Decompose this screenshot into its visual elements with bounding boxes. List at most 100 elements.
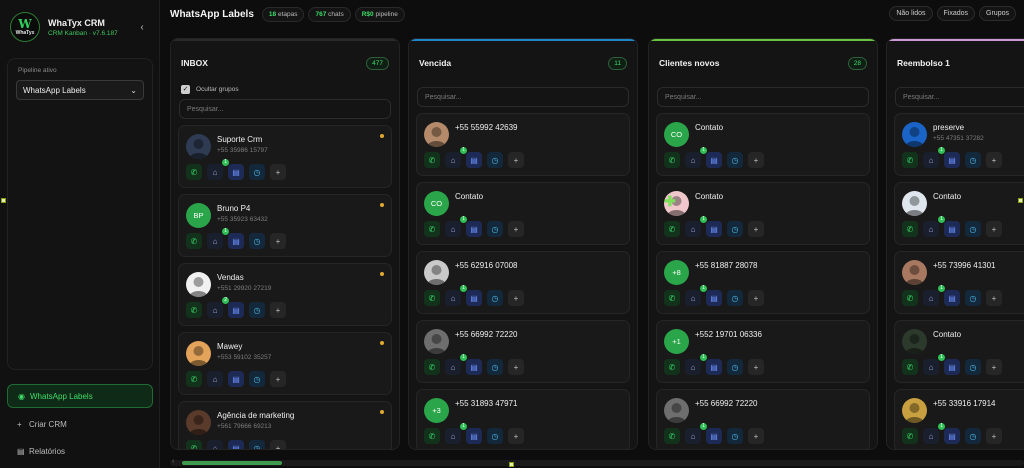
schedule-button[interactable]: ◷ — [965, 152, 981, 168]
pipeline-select[interactable]: WhatsApp Labels ⌄ — [16, 80, 144, 100]
add-button[interactable]: + — [748, 359, 764, 375]
notes-button[interactable]: ▤ — [228, 233, 244, 249]
resize-handle-bottom[interactable] — [509, 462, 514, 467]
tag-button[interactable]: ⌂ 1 — [445, 216, 467, 237]
contact-card[interactable]: +55 55992 42639 ✆ ⌂ 1 ▤ ◷ + — [416, 113, 630, 176]
tag-button[interactable]: ⌂ 1 — [207, 159, 229, 180]
add-button[interactable]: + — [986, 428, 1002, 444]
contact-card[interactable]: +8 +55 81887 28078 ✆ ⌂ 1 ▤ ◷ + — [656, 251, 870, 314]
tag-button[interactable]: ⌂ 1 — [923, 147, 945, 168]
whatsapp-button[interactable]: ✆ — [186, 233, 202, 249]
schedule-button[interactable]: ◷ — [965, 221, 981, 237]
tag-button[interactable]: ⌂ 2 — [207, 297, 229, 318]
tag-button[interactable]: ⌂ 1 — [685, 216, 707, 237]
whatsapp-button[interactable]: ✆ — [902, 152, 918, 168]
nav-relatorios[interactable]: ▤ Relatórios — [7, 439, 153, 463]
whatsapp-button[interactable]: ✆ — [186, 302, 202, 318]
whatsapp-button[interactable]: ✆ — [424, 428, 440, 444]
add-button[interactable]: + — [270, 164, 286, 180]
tag-button[interactable]: ⌂ 1 — [445, 147, 467, 168]
notes-button[interactable]: ▤ — [228, 164, 244, 180]
schedule-button[interactable]: ◷ — [487, 359, 503, 375]
collapse-sidebar-button[interactable]: ‹ — [135, 22, 149, 33]
tag-button[interactable]: ⌂ 1 — [923, 423, 945, 444]
notes-button[interactable]: ▤ — [944, 290, 960, 306]
nav-criar-crm[interactable]: + Criar CRM — [7, 412, 153, 436]
notes-button[interactable]: ▤ — [466, 221, 482, 237]
tag-button[interactable]: ⌂ 1 — [445, 354, 467, 375]
whatsapp-button[interactable]: ✆ — [186, 164, 202, 180]
schedule-button[interactable]: ◷ — [249, 164, 265, 180]
whatsapp-button[interactable]: ✆ — [664, 359, 680, 375]
scrollbar-thumb[interactable] — [182, 461, 282, 465]
whatsapp-button[interactable]: ✆ — [664, 428, 680, 444]
add-button[interactable]: + — [748, 290, 764, 306]
add-button[interactable]: + — [270, 302, 286, 318]
contact-card[interactable]: Suporte Crm +55 35986 15797 ✆ ⌂ 1 ▤ ◷ + — [178, 125, 392, 188]
notes-button[interactable]: ▤ — [228, 371, 244, 387]
add-button[interactable]: + — [748, 152, 764, 168]
schedule-button[interactable]: ◷ — [727, 428, 743, 444]
contact-card[interactable]: Contato ✆ ⌂ 1 ▤ ◷ + — [894, 182, 1024, 245]
add-button[interactable]: + — [270, 233, 286, 249]
whatsapp-button[interactable]: ✆ — [186, 440, 202, 449]
whatsapp-button[interactable]: ✆ — [664, 152, 680, 168]
filter-fixados[interactable]: Fixados — [936, 6, 976, 21]
contact-card[interactable]: BP Bruno P4 +55 35923 63432 ✆ ⌂ 1 ▤ ◷ + — [178, 194, 392, 257]
notes-button[interactable]: ▤ — [466, 359, 482, 375]
whatsapp-button[interactable]: ✆ — [664, 221, 680, 237]
filter-grupos[interactable]: Grupos — [979, 6, 1016, 21]
add-button[interactable]: + — [986, 290, 1002, 306]
tag-button[interactable]: ⌂ 1 — [445, 423, 467, 444]
tag-button[interactable]: ⌂ — [207, 440, 223, 449]
notes-button[interactable]: ▤ — [706, 221, 722, 237]
add-button[interactable]: + — [270, 371, 286, 387]
add-button[interactable]: + — [508, 152, 524, 168]
whatsapp-button[interactable]: ✆ — [424, 290, 440, 306]
schedule-button[interactable]: ◷ — [727, 359, 743, 375]
contact-card[interactable]: +55 66992 72220 ✆ ⌂ 1 ▤ ◷ + — [416, 320, 630, 383]
schedule-button[interactable]: ◷ — [727, 221, 743, 237]
schedule-button[interactable]: ◷ — [487, 428, 503, 444]
add-button[interactable]: + — [508, 221, 524, 237]
resize-handle-right[interactable] — [1018, 198, 1023, 203]
horizontal-scrollbar[interactable]: ‹ — [170, 458, 1024, 466]
tag-button[interactable]: ⌂ 1 — [923, 354, 945, 375]
contact-card[interactable]: Mawey +553 59102 35257 ✆ ⌂ ▤ ◷ + — [178, 332, 392, 395]
contact-card[interactable]: +1 +552 19701 06336 ✆ ⌂ 1 ▤ ◷ + — [656, 320, 870, 383]
whatsapp-button[interactable]: ✆ — [902, 221, 918, 237]
notes-button[interactable]: ▤ — [466, 152, 482, 168]
column-search-input[interactable]: Pesquisar... — [657, 87, 869, 107]
schedule-button[interactable]: ◷ — [965, 428, 981, 444]
add-button[interactable]: + — [986, 359, 1002, 375]
tag-button[interactable]: ⌂ 1 — [685, 285, 707, 306]
schedule-button[interactable]: ◷ — [487, 290, 503, 306]
notes-button[interactable]: ▤ — [944, 359, 960, 375]
whatsapp-button[interactable]: ✆ — [424, 359, 440, 375]
scroll-left-icon[interactable]: ‹ — [172, 458, 174, 465]
contact-card[interactable]: preserve +55 47351 37282 ✆ ⌂ 1 ▤ ◷ + — [894, 113, 1024, 176]
notes-button[interactable]: ▤ — [466, 290, 482, 306]
tag-button[interactable]: ⌂ 1 — [685, 147, 707, 168]
schedule-button[interactable]: ◷ — [487, 152, 503, 168]
schedule-button[interactable]: ◷ — [249, 371, 265, 387]
contact-card[interactable]: CO Contato ✆ ⌂ 1 ▤ ◷ + — [416, 182, 630, 245]
schedule-button[interactable]: ◷ — [249, 302, 265, 318]
nav-whatsapp-labels[interactable]: ◉ WhatsApp Labels — [7, 384, 153, 408]
notes-button[interactable]: ▤ — [706, 428, 722, 444]
add-button[interactable]: + — [986, 221, 1002, 237]
add-button[interactable]: + — [748, 428, 764, 444]
contact-card[interactable]: Contato ✆ ⌂ 1 ▤ ◷ + — [894, 320, 1024, 383]
add-button[interactable]: + — [508, 428, 524, 444]
notes-button[interactable]: ▤ — [466, 428, 482, 444]
schedule-button[interactable]: ◷ — [487, 221, 503, 237]
contact-card[interactable]: +55 62916 07008 ✆ ⌂ 1 ▤ ◷ + — [416, 251, 630, 314]
notes-button[interactable]: ▤ — [706, 152, 722, 168]
contact-card[interactable]: CO Contato ✆ ⌂ 1 ▤ ◷ + — [656, 113, 870, 176]
add-button[interactable]: + — [270, 440, 286, 449]
contact-card[interactable]: +3 +55 31893 47971 ✆ ⌂ 1 ▤ ◷ + — [416, 389, 630, 449]
tag-button[interactable]: ⌂ 1 — [445, 285, 467, 306]
tag-button[interactable]: ⌂ 1 — [685, 423, 707, 444]
tag-button[interactable]: ⌂ — [207, 371, 223, 387]
column-search-input[interactable]: Pesquisar... — [179, 99, 391, 119]
